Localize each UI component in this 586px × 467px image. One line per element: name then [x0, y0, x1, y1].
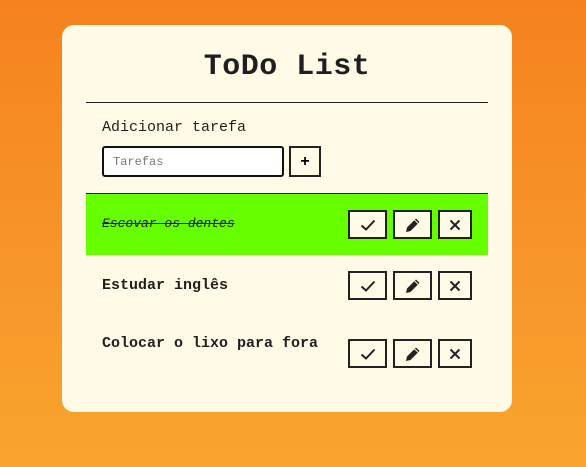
add-task-label: Adicionar tarefa: [102, 119, 247, 136]
todo-text: Estudar inglês: [102, 277, 229, 294]
check-icon: [360, 219, 376, 231]
pencil-icon: [405, 217, 421, 233]
title-divider: [86, 102, 488, 103]
todo-item: Escovar os dentes: [86, 194, 488, 255]
remove-todo-button[interactable]: [438, 339, 472, 368]
pencil-icon: [405, 278, 421, 294]
page-title: ToDo List: [203, 50, 371, 84]
finish-todo-button[interactable]: [348, 210, 387, 239]
task-input[interactable]: [102, 146, 284, 177]
todo-text: Colocar o lixo para fora: [102, 335, 319, 352]
todo-item: Colocar o lixo para fora: [86, 316, 488, 391]
todo-card: ToDo List Adicionar tarefa + Escovar os …: [62, 25, 512, 412]
remove-todo-button[interactable]: [438, 210, 472, 239]
add-task-button[interactable]: +: [289, 146, 321, 177]
edit-todo-button[interactable]: [393, 210, 432, 239]
check-icon: [360, 280, 376, 292]
remove-todo-button[interactable]: [438, 271, 472, 300]
pencil-icon: [405, 346, 421, 362]
edit-todo-button[interactable]: [393, 339, 432, 368]
todo-item: Estudar inglês: [86, 255, 488, 316]
finish-todo-button[interactable]: [348, 271, 387, 300]
finish-todo-button[interactable]: [348, 339, 387, 368]
todo-text: Escovar os dentes: [102, 216, 235, 231]
x-icon: [449, 280, 461, 292]
check-icon: [360, 348, 376, 360]
x-icon: [449, 348, 461, 360]
edit-todo-button[interactable]: [393, 271, 432, 300]
x-icon: [449, 219, 461, 231]
